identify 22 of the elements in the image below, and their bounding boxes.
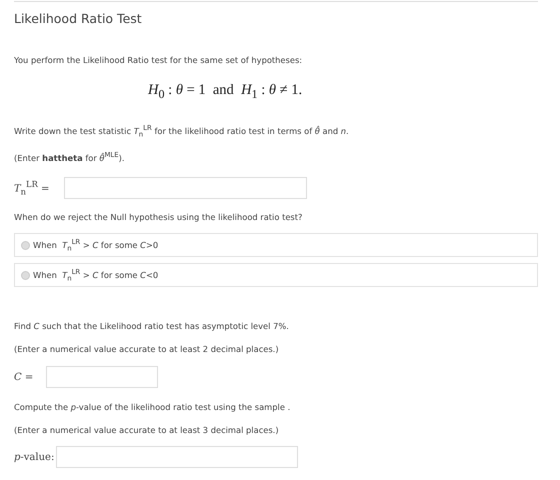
radio-button[interactable] [21, 270, 30, 280]
answer-option[interactable]: When T$_{n}$$^{LR}$ > C for some C>0 [14, 233, 538, 258]
option-text: When T$_{n}$$^{LR}$ > C for some C<0 [33, 268, 158, 282]
hypotheses-equation: H$_{0}$ : θ = 1 and H$_{1}$ : θ ≠ 1. [148, 82, 302, 98]
answer-field[interactable] [46, 366, 158, 388]
hint-text: (Enter a numerical value accurate to at least 2 decimal places.) [14, 344, 280, 354]
option-text: When T$_{n}$$^{LR}$ > C for some C>0 [33, 238, 158, 252]
hint-text: (Enter hattheta for θ̂$^{MLE}$). [14, 151, 126, 164]
question-text: Write down the test statistic T$_{n}$$^{LR}$ for the likelihood ratio test in terms of θ̂ and n. [14, 124, 350, 138]
page-title: Likelihood Ratio Test [14, 11, 143, 26]
hint-text: (Enter a numerical value accurate to at least 3 decimal places.) [14, 425, 280, 436]
answer-label: C = [14, 372, 34, 383]
answer-field[interactable] [56, 446, 298, 468]
answer-field[interactable] [64, 177, 308, 200]
radio-button[interactable] [21, 240, 30, 250]
question-text: Compute the p-value of the likelihood ratio test using the sample . [14, 402, 292, 412]
intro-text: You perform the Likelihood Ratio test for the same set of hypotheses: [14, 55, 304, 65]
answer-label: p-value: [14, 452, 54, 463]
answer-label: T$_{n}$$^{LR}$ = [14, 179, 50, 197]
answer-option[interactable]: When T$_{n}$$^{LR}$ > C for some C<0 [14, 263, 538, 288]
question-text: When do we reject the Null hypothesis using the likelihood ratio test? [14, 212, 304, 222]
question-text: Find C such that the Likelihood ratio test has asymptotic level 7%. [14, 321, 290, 332]
